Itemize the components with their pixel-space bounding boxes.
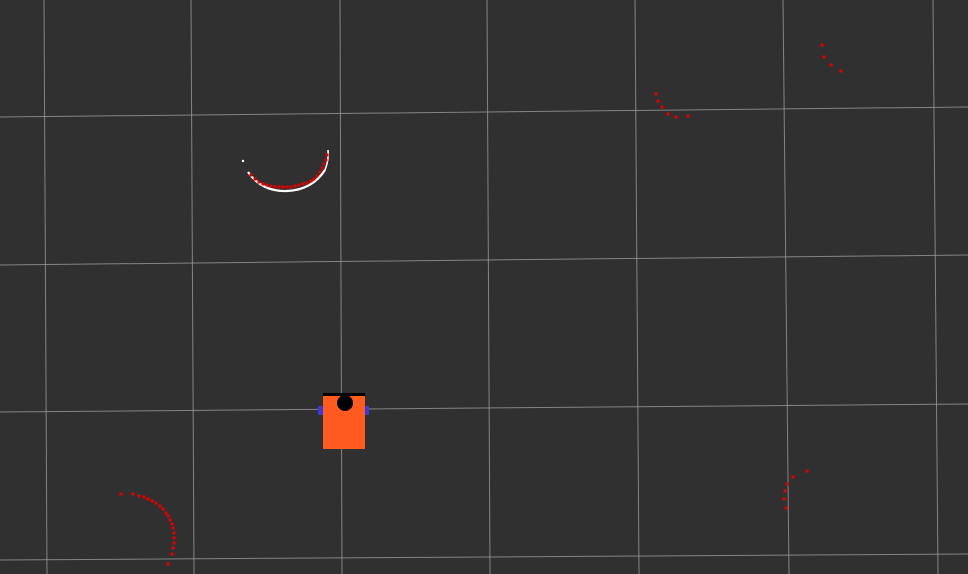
scan-point — [312, 177, 316, 181]
scan-point — [170, 552, 174, 556]
scan-point — [320, 166, 324, 170]
scan-point — [172, 531, 176, 535]
scan-point — [322, 162, 326, 166]
scan-point — [305, 181, 309, 185]
scan-point — [257, 180, 261, 184]
scan-point — [805, 469, 809, 473]
scan-cluster-bottom-right — [782, 469, 809, 510]
scan-point — [656, 99, 660, 103]
scan-point — [666, 112, 670, 116]
scan-point — [301, 182, 305, 186]
scan-point — [273, 185, 277, 189]
robot-model[interactable] — [318, 393, 369, 449]
scan-point — [150, 499, 154, 503]
grid-line — [0, 403, 968, 413]
scan-point — [686, 114, 690, 118]
scan-point — [131, 492, 135, 496]
scan-point — [146, 497, 150, 501]
scan-point — [782, 497, 786, 501]
grid-line — [43, 0, 48, 574]
scan-point — [784, 506, 788, 510]
scan-point — [164, 511, 168, 515]
scan-point — [839, 69, 843, 73]
scan-point — [315, 174, 319, 178]
scan-point — [791, 475, 795, 479]
lidar-sensor — [337, 395, 353, 411]
scan-point — [822, 55, 826, 59]
scan-point — [261, 182, 265, 186]
scan-point — [785, 482, 789, 486]
scan-cluster-upper-mid — [654, 92, 690, 119]
grid-line — [486, 0, 491, 574]
scan-point — [281, 185, 285, 189]
scan-point — [172, 541, 176, 545]
scan-cluster-top-right — [820, 43, 843, 73]
scan-point — [119, 492, 123, 496]
scan-point — [171, 526, 175, 530]
scan-cluster-object — [249, 153, 329, 189]
scan-point — [285, 185, 289, 189]
scan-point — [674, 115, 678, 119]
grid-line — [0, 254, 968, 266]
scan-point — [783, 489, 787, 493]
scan-point — [170, 522, 174, 526]
scan-point — [142, 495, 146, 499]
scan-point — [820, 43, 824, 47]
scan-point — [158, 504, 162, 508]
laser-scan-layer — [119, 43, 843, 566]
scan-point — [168, 518, 172, 522]
scan-point — [297, 183, 301, 187]
scan-point — [161, 507, 165, 511]
scan-point — [171, 546, 175, 550]
scan-point — [269, 184, 273, 188]
scan-point — [325, 153, 329, 157]
scan-point — [318, 170, 322, 174]
scan-point — [654, 92, 658, 96]
grid-line — [634, 0, 640, 574]
scan-point — [166, 514, 170, 518]
scene-canvas[interactable] — [0, 0, 968, 574]
scan-point — [324, 158, 328, 162]
scan-point — [166, 562, 170, 566]
scan-point — [137, 494, 141, 498]
scan-point — [253, 177, 257, 181]
detected-object-layer — [241, 149, 329, 193]
scan-point — [249, 173, 253, 177]
scan-point — [289, 185, 293, 189]
3d-viewport[interactable] — [0, 0, 968, 574]
ground-grid — [0, 0, 968, 574]
scan-point — [265, 183, 269, 187]
grid-line — [782, 0, 790, 574]
scan-point — [829, 63, 833, 67]
grid-line — [339, 0, 343, 574]
scan-point — [309, 179, 313, 183]
scan-point — [277, 185, 281, 189]
grid-line — [0, 106, 968, 118]
scan-point — [154, 501, 158, 505]
grid-line — [0, 553, 968, 561]
detected-object-marker — [241, 159, 245, 163]
scan-point — [172, 536, 176, 540]
grid-line — [190, 0, 195, 574]
grid-line — [932, 0, 939, 574]
scan-point — [660, 105, 664, 109]
scan-cluster-bottom-left — [119, 492, 176, 566]
scan-point — [293, 184, 297, 188]
